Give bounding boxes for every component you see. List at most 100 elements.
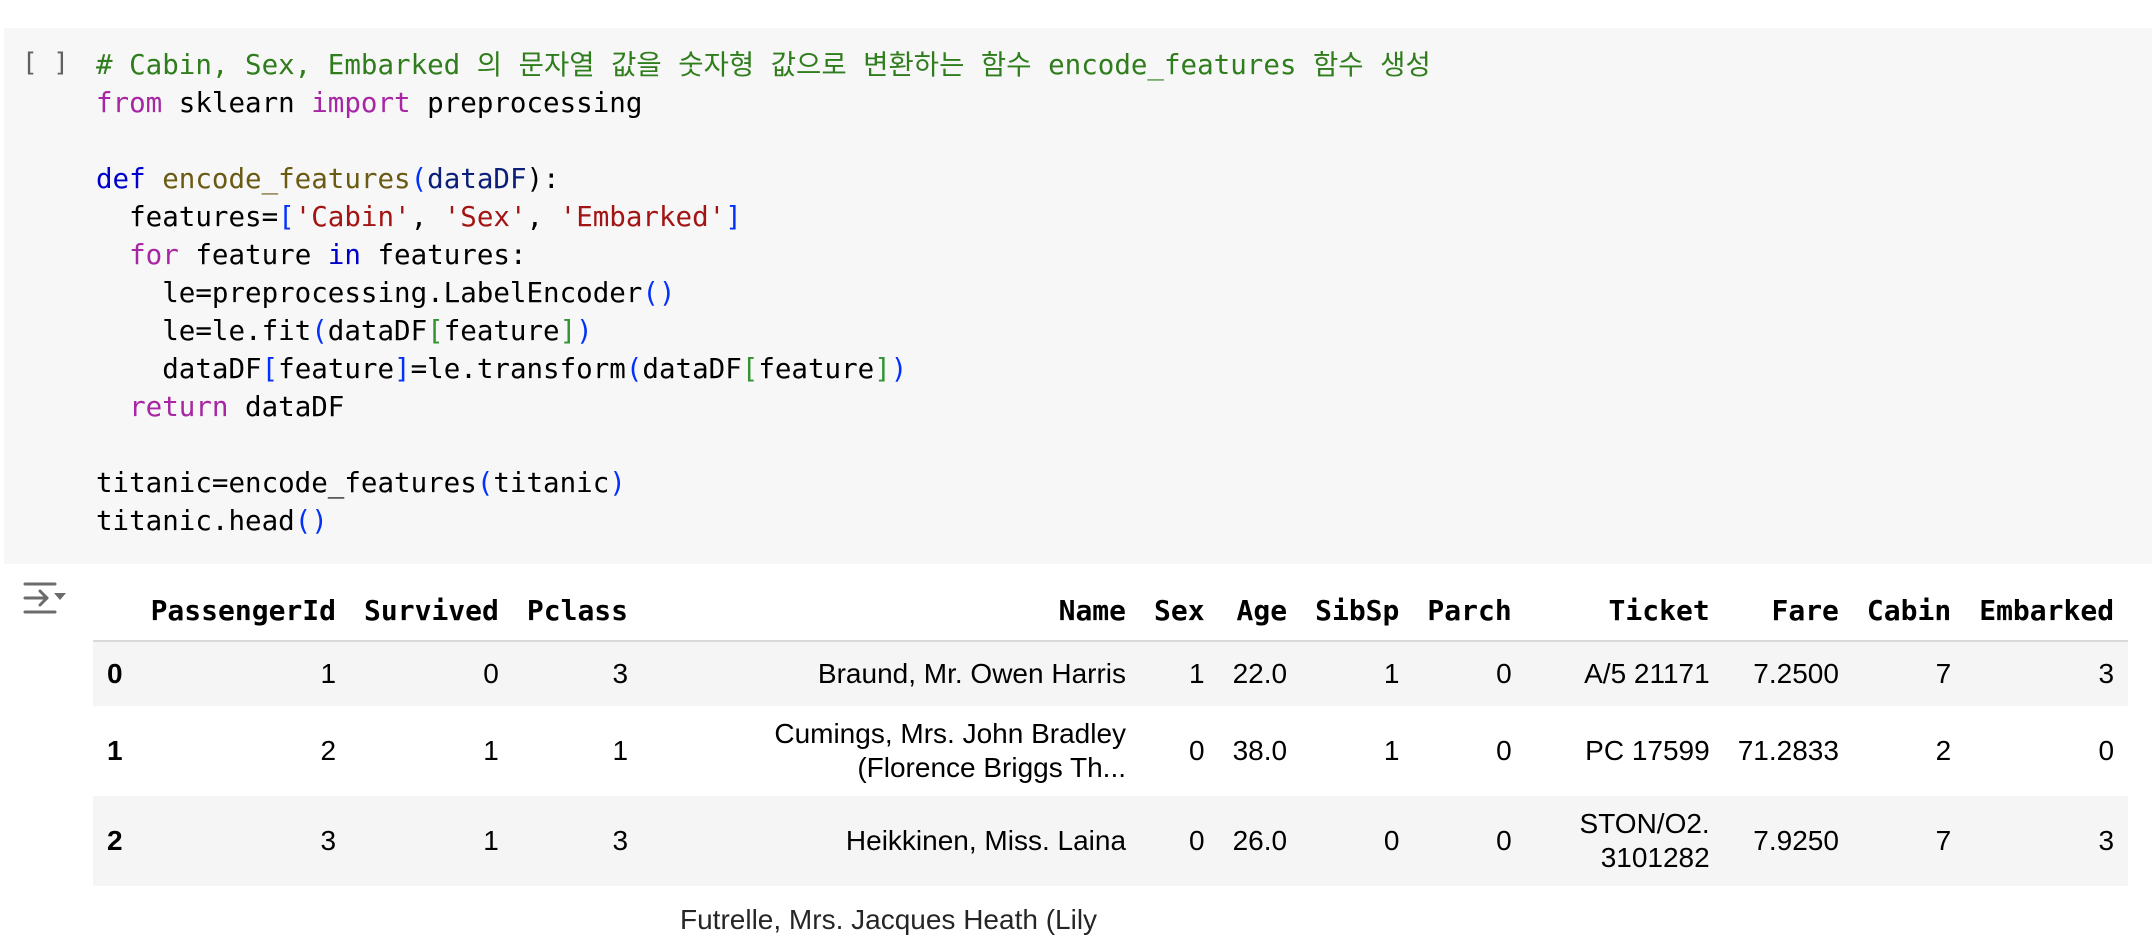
table-cell: Cumings, Mrs. John Bradley (Florence Bri… bbox=[642, 706, 1141, 796]
code-line: features=['Cabin', 'Sex', 'Embarked'] bbox=[96, 198, 1431, 236]
column-header: Sex bbox=[1140, 580, 1219, 642]
table-row: 0 1 0 3 Braund, Mr. Owen Harris 1 22.0 1 0 A/5 21… bbox=[93, 641, 2129, 706]
table-cell: 7.9250 bbox=[1723, 796, 1853, 886]
table-cell: 3 bbox=[512, 641, 643, 706]
code-token: () bbox=[294, 505, 328, 537]
code-token: titanic.head bbox=[96, 505, 295, 537]
code-token: le=preprocessing.LabelEncoder bbox=[96, 277, 643, 309]
code-token: feature bbox=[278, 353, 395, 385]
code-token: ] bbox=[874, 353, 891, 385]
table-cell: 2 bbox=[1852, 706, 1966, 796]
code-line: titanic=encode_features(titanic) bbox=[96, 464, 1431, 502]
table-cell: PC 17599 bbox=[1525, 706, 1724, 796]
row-index: 1 bbox=[93, 706, 137, 796]
code-token: dataDF bbox=[96, 353, 262, 385]
table-cell: 0 bbox=[1413, 796, 1526, 886]
table-cell: 1 bbox=[1301, 706, 1414, 796]
code-token: feature bbox=[178, 239, 328, 271]
code-line: titanic.head() bbox=[96, 502, 1431, 540]
dataframe-table: PassengerId Survived Pclass Name Sex Age SibSp… bbox=[93, 580, 2129, 886]
code-token: 'Embarked' bbox=[559, 201, 726, 233]
code-line: le=le.fit(dataDF[feature]) bbox=[96, 312, 1431, 350]
code-token: ( bbox=[410, 163, 428, 195]
table-cell: 1 bbox=[350, 796, 513, 886]
code-line: from sklearn import preprocessing bbox=[96, 84, 1431, 122]
column-header: Fare bbox=[1723, 580, 1853, 642]
table-row: 2 3 1 3 Heikkinen, Miss. Laina 0 26.0 0 0 STON/O2… bbox=[93, 796, 2129, 886]
code-token: from bbox=[96, 87, 163, 119]
table-cell: 0 bbox=[350, 641, 513, 706]
code-token: ) bbox=[890, 353, 908, 385]
code-token: ( bbox=[311, 315, 328, 347]
column-header: Cabin bbox=[1852, 580, 1966, 642]
code-token: feature bbox=[758, 353, 875, 385]
table-cell: 2 bbox=[136, 706, 351, 796]
table-cell: 0 bbox=[1413, 641, 1526, 706]
code-token: [ bbox=[278, 201, 295, 233]
code-token: titanic=encode_features bbox=[96, 467, 477, 499]
table-cell: 22.0 bbox=[1218, 641, 1302, 706]
table-cell: 0 bbox=[1413, 706, 1526, 796]
code-token: 'Cabin' bbox=[294, 201, 411, 233]
code-token: [ bbox=[261, 353, 279, 385]
code-token: dataDF bbox=[228, 391, 345, 423]
code-editor[interactable]: # Cabin, Sex, Embarked 의 문자열 값을 숫자형 값으로 … bbox=[96, 46, 1431, 540]
code-token: titanic bbox=[493, 467, 610, 499]
code-token: , bbox=[410, 201, 444, 233]
code-token: ( bbox=[476, 467, 494, 499]
run-cell-button[interactable]: [ ] bbox=[22, 48, 69, 78]
code-token: [ bbox=[427, 315, 444, 347]
column-header: Pclass bbox=[512, 580, 643, 642]
code-line: def encode_features(dataDF): bbox=[96, 160, 1431, 198]
code-token: import bbox=[311, 87, 411, 119]
table-cell: 0 bbox=[1301, 796, 1414, 886]
table-cell: 3 bbox=[136, 796, 351, 886]
table-cell: Braund, Mr. Owen Harris bbox=[642, 641, 1141, 706]
code-token: return bbox=[129, 391, 229, 423]
table-cell: 0 bbox=[1140, 706, 1219, 796]
code-token: =le.transform bbox=[410, 353, 626, 385]
table-header-row: PassengerId Survived Pclass Name Sex Age SibSp… bbox=[93, 580, 2129, 642]
table-cell: 38.0 bbox=[1218, 706, 1302, 796]
table-cell: STON/O2. 3101282 bbox=[1525, 796, 1724, 886]
row-index: 2 bbox=[93, 796, 137, 886]
code-token: [ bbox=[741, 353, 759, 385]
code-token: ] bbox=[725, 201, 742, 233]
code-token: () bbox=[642, 277, 676, 309]
column-header: Parch bbox=[1413, 580, 1526, 642]
table-cell: 1 bbox=[350, 706, 513, 796]
code-token: dataDF bbox=[327, 315, 428, 347]
table-cell: 1 bbox=[1301, 641, 1414, 706]
code-token: encode_features bbox=[162, 163, 411, 195]
code-token: sklearn bbox=[162, 87, 312, 119]
column-header: PassengerId bbox=[136, 580, 351, 642]
code-line: return dataDF bbox=[96, 388, 1431, 426]
table-cell: 26.0 bbox=[1218, 796, 1302, 886]
code-token: ): bbox=[526, 163, 560, 195]
output-toggle-icon[interactable] bbox=[22, 580, 68, 616]
code-token: dataDF bbox=[427, 163, 527, 195]
column-header bbox=[93, 580, 137, 642]
code-token: features: bbox=[360, 239, 527, 271]
column-header: Age bbox=[1218, 580, 1302, 642]
column-header: Survived bbox=[350, 580, 513, 642]
code-token: feature bbox=[443, 315, 560, 347]
column-header: SibSp bbox=[1301, 580, 1414, 642]
code-token: dataDF bbox=[642, 353, 742, 385]
table-cell: 0 bbox=[1965, 706, 2129, 796]
code-token: ) bbox=[609, 467, 626, 499]
row-index: 0 bbox=[93, 641, 137, 706]
code-line: dataDF[feature]=le.transform(dataDF[feat… bbox=[96, 350, 1431, 388]
code-token: features= bbox=[96, 201, 279, 233]
table-cell: 0 bbox=[1140, 796, 1219, 886]
table-cell: 71.2833 bbox=[1723, 706, 1853, 796]
table-cell: 3 bbox=[1965, 796, 2129, 886]
table-cell: 1 bbox=[1140, 641, 1219, 706]
table-cell: 7 bbox=[1852, 641, 1966, 706]
table-cell: 1 bbox=[512, 706, 643, 796]
